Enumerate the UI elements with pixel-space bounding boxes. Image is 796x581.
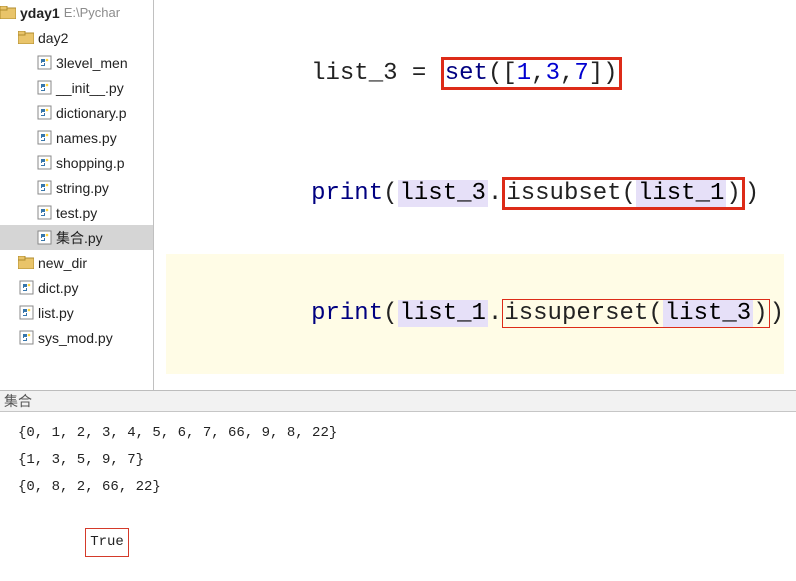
var: list_3 — [311, 60, 397, 87]
code-line-3: print(list_1.issuperset(list_3)) — [166, 254, 784, 374]
python-file-icon — [36, 81, 52, 95]
open-paren: ( — [622, 180, 636, 207]
identifier: list_3 — [398, 180, 488, 207]
code-line-2: print(list_3.issubset(list_1)) — [166, 134, 784, 254]
file-item[interactable]: names.py — [0, 125, 153, 150]
folder-icon — [18, 256, 34, 270]
file-item[interactable]: 集合.py — [0, 225, 153, 250]
python-file-icon — [36, 56, 52, 70]
file-item[interactable]: dict.py — [0, 275, 153, 300]
comma: , — [560, 60, 574, 87]
identifier: list_1 — [398, 300, 488, 327]
code-editor[interactable]: list_3 = set([1,3,7]) print(list_3.issub… — [154, 0, 796, 390]
project-root-label: yday1 — [20, 5, 60, 21]
identifier: list_1 — [636, 180, 726, 207]
folder-icon — [0, 6, 16, 20]
close-paren: ) — [753, 300, 767, 327]
python-file-icon — [36, 181, 52, 195]
builtin-print: print — [311, 180, 383, 207]
close-paren: ) — [745, 180, 759, 207]
run-tab[interactable]: 集合 — [0, 391, 796, 412]
highlight-true: True — [85, 528, 129, 557]
python-file-icon — [18, 331, 34, 345]
highlight-issuperset: issuperset(list_3) — [502, 299, 769, 328]
file-label: shopping.p — [56, 155, 125, 171]
file-item[interactable]: dictionary.p — [0, 100, 153, 125]
builtin-print: print — [311, 300, 383, 327]
file-label: list.py — [38, 305, 74, 321]
dot: . — [488, 300, 502, 327]
file-item[interactable]: sys_mod.py — [0, 325, 153, 350]
open-paren: ( — [648, 300, 662, 327]
file-label: new_dir — [38, 255, 87, 271]
file-item[interactable]: shopping.p — [0, 150, 153, 175]
project-sidebar: yday1 E:\Pychar day2 3level_men __init__.p… — [0, 0, 154, 390]
code-line-1: list_3 = set([1,3,7]) — [166, 14, 784, 134]
num: 3 — [546, 60, 560, 87]
num: 7 — [574, 60, 588, 87]
open-paren: ( — [383, 180, 397, 207]
highlight-set-call: set([1,3,7]) — [441, 57, 622, 90]
builtin-set: set — [445, 60, 488, 87]
project-root[interactable]: yday1 E:\Pychar — [0, 0, 153, 25]
file-label: 集合.py — [56, 228, 103, 248]
num: 1 — [517, 60, 531, 87]
console-line: {1, 3, 5, 9, 7} — [18, 447, 790, 474]
file-label: __init__.py — [56, 80, 124, 96]
python-file-icon — [36, 106, 52, 120]
folder-item[interactable]: day2 — [0, 25, 153, 50]
close-paren: ) — [770, 300, 784, 327]
open-brackets: ([ — [488, 60, 517, 87]
python-file-icon — [18, 306, 34, 320]
upper-panel: yday1 E:\Pychar day2 3level_men __init__.p… — [0, 0, 796, 391]
file-label: sys_mod.py — [38, 330, 113, 346]
file-label: dict.py — [38, 280, 78, 296]
project-tree[interactable]: day2 3level_men __init__.py dictionary.p nam… — [0, 25, 153, 350]
python-file-icon — [18, 281, 34, 295]
open-paren: ( — [383, 300, 397, 327]
file-item[interactable]: __init__.py — [0, 75, 153, 100]
highlight-issubset: issubset(list_1) — [502, 177, 744, 210]
run-panel: 集合 {0, 1, 2, 3, 4, 5, 6, 7, 66, 9, 8, 22… — [0, 391, 796, 581]
method-issubset: issubset — [506, 180, 621, 207]
console-output[interactable]: {0, 1, 2, 3, 4, 5, 6, 7, 66, 9, 8, 22} {… — [0, 412, 796, 581]
identifier: list_3 — [663, 300, 753, 327]
close-brackets: ]) — [589, 60, 618, 87]
file-item[interactable]: list.py — [0, 300, 153, 325]
console-line-true: True — [18, 501, 790, 581]
equals: = — [398, 60, 441, 87]
file-item[interactable]: string.py — [0, 175, 153, 200]
file-label: string.py — [56, 180, 109, 196]
python-file-icon — [36, 231, 52, 245]
file-item[interactable]: test.py — [0, 200, 153, 225]
project-root-path: E:\Pychar — [64, 5, 120, 20]
python-file-icon — [36, 206, 52, 220]
python-file-icon — [36, 156, 52, 170]
console-line: {0, 1, 2, 3, 4, 5, 6, 7, 66, 9, 8, 22} — [18, 420, 790, 447]
python-file-icon — [36, 131, 52, 145]
file-label: test.py — [56, 205, 97, 221]
run-tab-label: 集合 — [4, 391, 32, 411]
folder-icon — [18, 31, 34, 45]
comma: , — [531, 60, 545, 87]
file-label: names.py — [56, 130, 117, 146]
file-item[interactable]: 3level_men — [0, 50, 153, 75]
file-label: dictionary.p — [56, 105, 127, 121]
dot: . — [488, 180, 502, 207]
close-paren: ) — [726, 180, 740, 207]
app-root: yday1 E:\Pychar day2 3level_men __init__.p… — [0, 0, 796, 581]
file-label: 3level_men — [56, 55, 128, 71]
method-issuperset: issuperset — [504, 300, 648, 327]
file-label: day2 — [38, 30, 68, 46]
console-line: {0, 8, 2, 66, 22} — [18, 474, 790, 501]
folder-item[interactable]: new_dir — [0, 250, 153, 275]
